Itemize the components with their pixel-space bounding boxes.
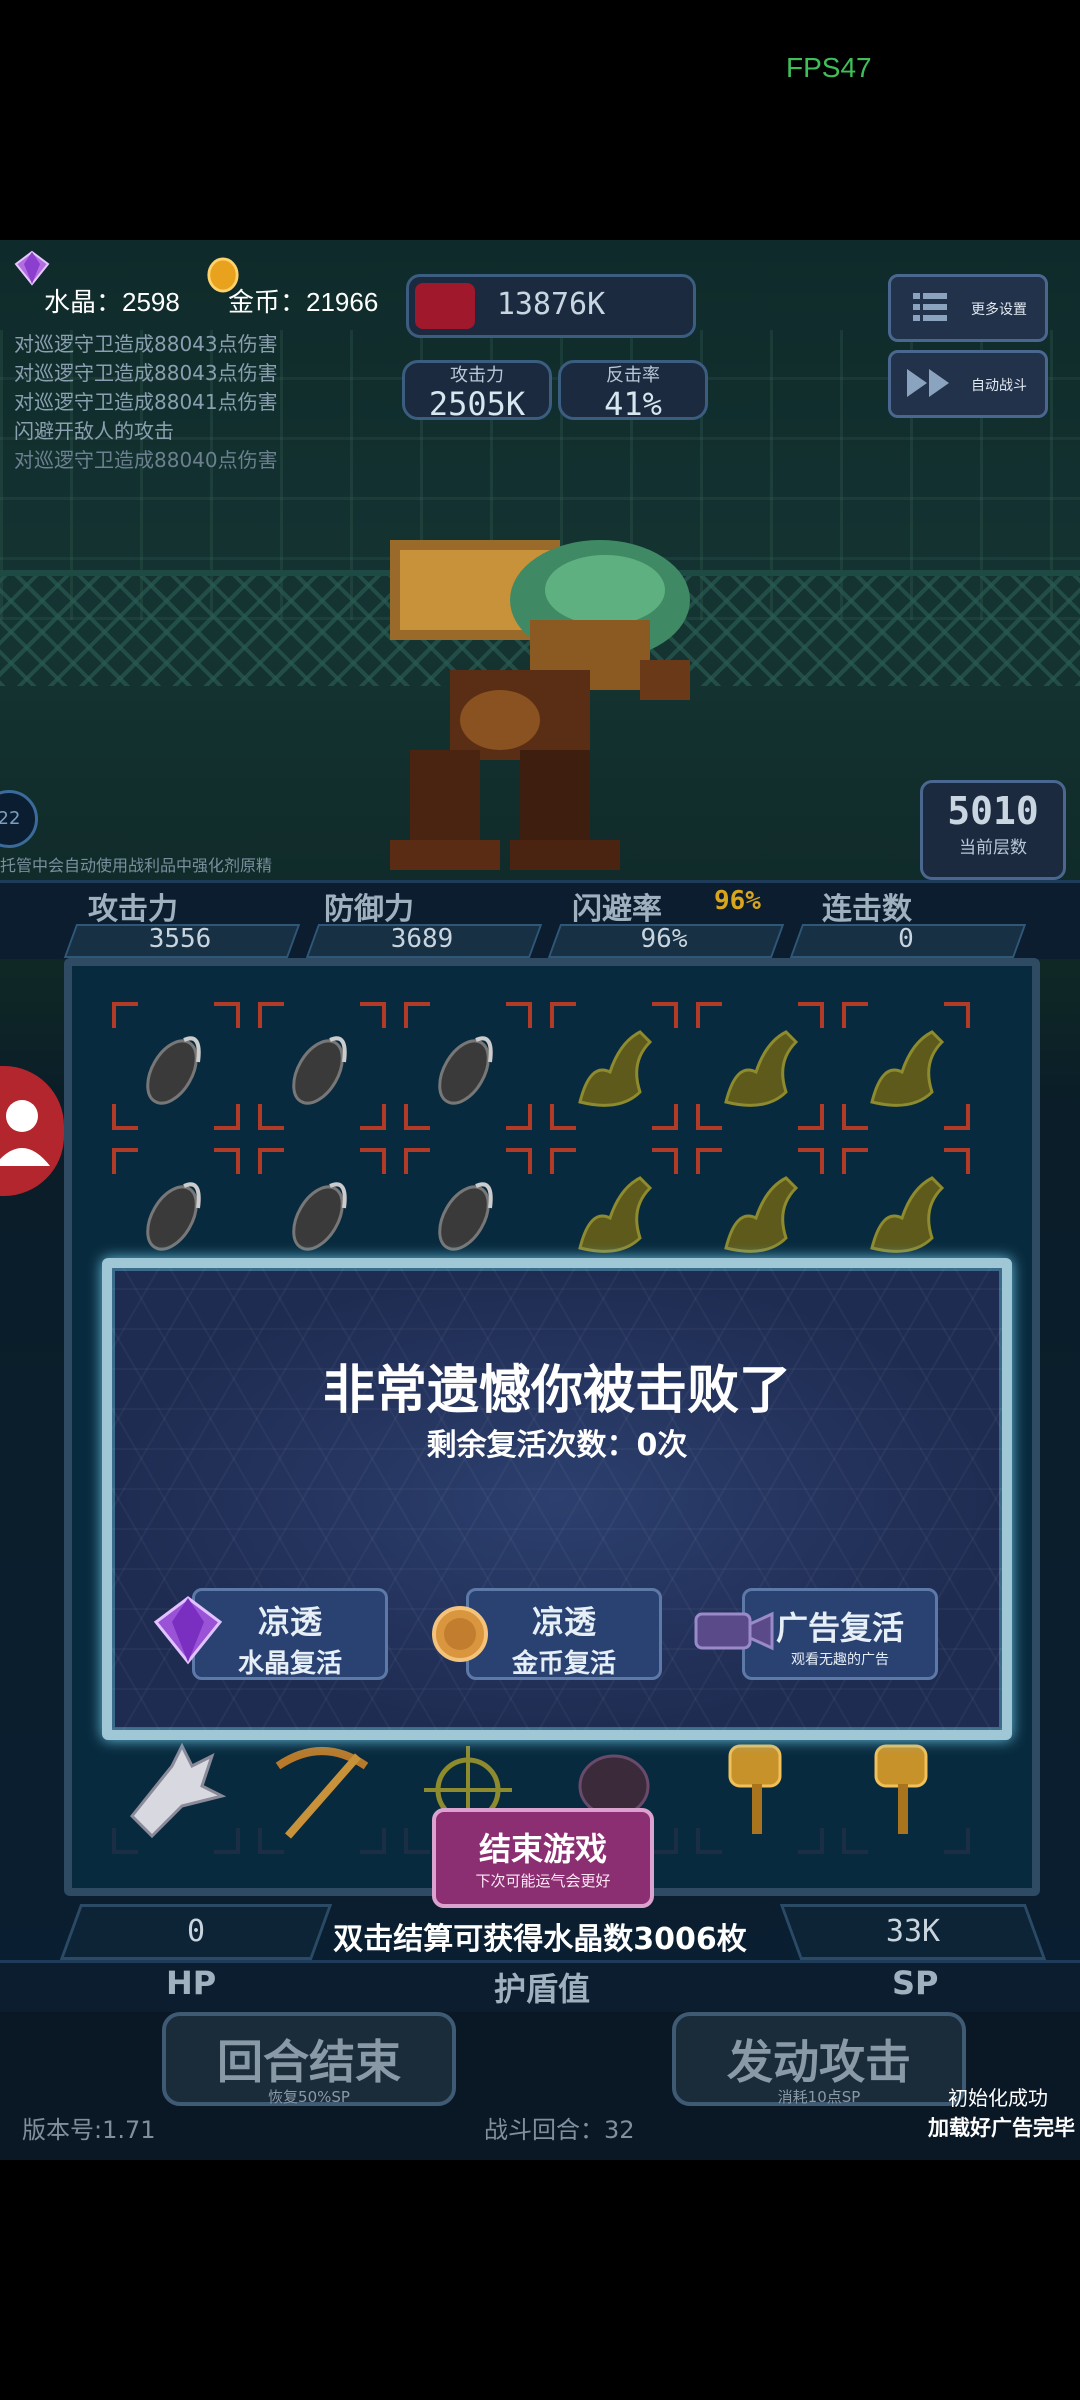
stat-combo-value: 0 (898, 924, 914, 954)
stat-dodge-value: 96% (640, 924, 688, 954)
loot-slot-crossbow[interactable] (254, 1722, 390, 1858)
enemy-attack-pill: 攻击力 2505K (402, 360, 552, 423)
enemy-robot-sprite (370, 520, 710, 880)
end-round-sub: 恢复50%SP (268, 2088, 350, 2106)
enemy-counter-pill: 反击率 41% (558, 360, 708, 423)
more-settings-button[interactable]: 更多设置 (888, 274, 1048, 342)
loot-slot-hammer[interactable] (692, 1722, 828, 1858)
shield-label: 护盾值 (494, 1970, 591, 2008)
gold-revive-line2: 金币复活 (511, 1649, 616, 1679)
enemy-counter-value: 41% (604, 385, 662, 423)
stat-combo-label: 连击数 (822, 892, 912, 927)
log-line: 对巡逻守卫造成88041点伤害 (14, 390, 278, 414)
loot-slot-grenade[interactable] (254, 998, 390, 1134)
auto-hint-text: 托管中会自动使用战利品中强化剂原精 (0, 856, 273, 875)
hp-value-wrap: 0 (70, 1904, 322, 1960)
fps-counter: FPS47 (786, 52, 872, 83)
revive-remaining-text: 剩余复活次数：0次 (426, 1428, 688, 1463)
stat-attack-label: 攻击力 (88, 892, 178, 927)
stat-dodge-extra: 96% (714, 886, 761, 916)
sp-label: SP (892, 1964, 939, 2002)
battle-log: 对巡逻守卫造成88043点伤害 对巡逻守卫造成88043点伤害 对巡逻守卫造成8… (14, 330, 278, 475)
attack-sub: 消耗10点SP (777, 2088, 861, 2106)
loot-slot-dragon[interactable] (838, 998, 974, 1134)
floor-label: 当前层数 (959, 838, 1027, 858)
enemy-attack-label: 攻击力 (450, 365, 504, 386)
more-settings-label: 更多设置 (971, 302, 1027, 318)
stat-defense-label: 防御力 (324, 892, 414, 927)
end-round-label: 回合结束 (217, 2035, 401, 2089)
dialog-title: 非常遗憾你被击败了 (322, 1361, 791, 1421)
defeat-dialog: 非常遗憾你被击败了 剩余复活次数：0次 凉透 水晶复活 凉透 金币复活 广告复活… (102, 1258, 1012, 1740)
gold-count: 金币：21966 (228, 287, 379, 317)
gold-revive-line1: 凉透 (531, 1603, 596, 1641)
hp-label: HP (166, 1964, 217, 2002)
loot-slot-dragon[interactable] (546, 998, 682, 1134)
video-camera-icon (692, 1602, 776, 1662)
log-line: 对巡逻守卫造成88043点伤害 (14, 332, 278, 356)
auto-battle-label: 自动战斗 (971, 378, 1027, 394)
stat-dodge-label: 闪避率 (572, 892, 662, 927)
loot-slot-dragon[interactable] (692, 998, 828, 1134)
end-game-sub: 下次可能运气会更好 (475, 1872, 611, 1890)
attack-button[interactable]: 发动攻击 消耗10点SP (672, 2012, 966, 2106)
auto-battle-button[interactable]: 自动战斗 (888, 350, 1048, 418)
end-game-label: 结束游戏 (478, 1830, 607, 1868)
crystal-icon (152, 1594, 224, 1670)
log-line: 闪避开敌人的攻击 (14, 419, 174, 443)
loot-slot-hammer[interactable] (838, 1722, 974, 1858)
floor-counter: 5010 当前层数 (920, 780, 1066, 880)
enemy-counter-label: 反击率 (606, 365, 660, 386)
user-icon (0, 1100, 50, 1166)
init-toast: 初始化成功 (948, 2086, 1048, 2110)
log-line: 对巡逻守卫造成88043点伤害 (14, 361, 278, 385)
ad-loaded-toast: 加载好广告完毕 (928, 2116, 1075, 2140)
floor-number: 5010 (947, 789, 1039, 833)
enemy-attack-value: 2505K (428, 385, 526, 423)
gold-revive-button[interactable]: 凉透 金币复活 (466, 1588, 662, 1680)
gold-coin-icon (430, 1604, 490, 1668)
crystal-count: 水晶：2598 (44, 287, 180, 317)
stat-defense-value: 3689 (390, 924, 454, 954)
fast-forward-icon (907, 367, 955, 403)
enemy-hp-value: 13876K (496, 287, 606, 322)
attack-label: 发动攻击 (727, 2035, 911, 2089)
sp-value: 33K (885, 1914, 941, 1949)
sp-value-wrap: 33K (790, 1904, 1036, 1960)
end-round-button[interactable]: 回合结束 恢复50%SP (162, 2012, 456, 2106)
side-profile-button[interactable] (0, 1066, 64, 1196)
loot-slot-grenade[interactable] (108, 998, 244, 1134)
loot-slot-grenade[interactable] (400, 998, 536, 1134)
hp-value: 0 (186, 1914, 206, 1949)
enemy-hp-bar: 13876K (406, 274, 696, 338)
end-game-button[interactable]: 结束游戏 下次可能运气会更好 (432, 1808, 654, 1908)
list-icon (913, 291, 949, 327)
battle-round-text: 战斗回合：32 (484, 2116, 635, 2144)
log-line: 对巡逻守卫造成88040点伤害 (14, 448, 278, 472)
loot-slot-glove[interactable] (108, 1722, 244, 1858)
stat-attack-value: 3556 (148, 924, 212, 954)
version-text: 版本号:1.71 (22, 2116, 156, 2144)
